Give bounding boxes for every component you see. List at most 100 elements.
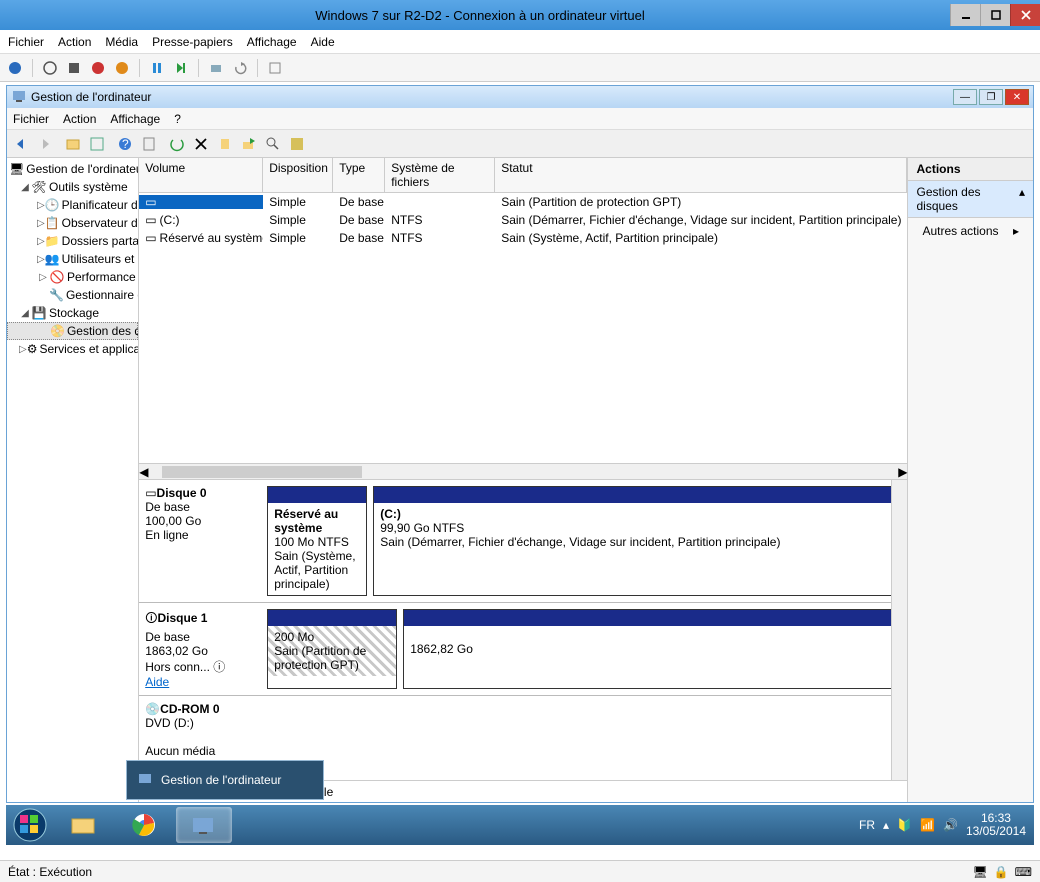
vm-titlebar: Windows 7 sur R2-D2 - Connexion à un ord… (0, 0, 1040, 30)
tray-volume-icon[interactable]: 🔊 (943, 818, 958, 832)
volume-row[interactable]: ▭ Simple De base Sain (Partition de prot… (139, 193, 907, 211)
help-link[interactable]: Aide (145, 675, 169, 689)
mmc-menu-fichier[interactable]: Fichier (13, 112, 49, 126)
export-icon[interactable] (239, 134, 259, 154)
volume-row[interactable]: ▭Réservé au système Simple De base NTFS … (139, 229, 907, 247)
vm-menu-fichier[interactable]: Fichier (8, 35, 44, 49)
col-fs[interactable]: Système de fichiers (385, 158, 495, 192)
volume-icon: ▭ (145, 231, 156, 245)
volume-scrollbar[interactable]: ◀▶ (139, 463, 907, 479)
chevron-right-icon: ▸ (1013, 224, 1019, 238)
vm-title: Windows 7 sur R2-D2 - Connexion à un ord… (10, 8, 950, 23)
vm-close-button[interactable] (1010, 4, 1040, 26)
back-icon[interactable] (11, 134, 31, 154)
tree-planif[interactable]: ▷🕒Planificateur de tâches (7, 196, 138, 214)
collapse-icon[interactable]: ▴ (1019, 185, 1025, 213)
mmc-menu-help[interactable]: ? (174, 112, 181, 126)
snapshot-icon[interactable] (207, 59, 225, 77)
volume-row[interactable]: ▭(C:) Simple De base NTFS Sain (Démarrer… (139, 211, 907, 229)
clock-icon: 🕒 (45, 197, 60, 213)
partition-gpt[interactable]: 200 Mo Sain (Partition de protection GPT… (267, 609, 397, 689)
mmc-menu-affichage[interactable]: Affichage (110, 112, 160, 126)
services-icon: ⚙ (27, 341, 38, 357)
mmc-window: Gestion de l'ordinateur — ❐ ✕ Fichier Ac… (6, 85, 1034, 803)
revert-icon[interactable] (231, 59, 249, 77)
vm-menu-media[interactable]: Média (105, 35, 138, 49)
disk-warning-icon: 🛈 (145, 611, 157, 625)
help-icon[interactable]: ? (115, 134, 135, 154)
tray-network-icon[interactable]: 📶 (920, 818, 935, 832)
col-type[interactable]: Type (333, 158, 385, 192)
tree-disques[interactable]: 📀Gestion des disques (7, 322, 138, 340)
tray-expand-icon[interactable]: ▴ (883, 818, 889, 832)
col-disposition[interactable]: Disposition (263, 158, 333, 192)
vm-menu-affichage[interactable]: Affichage (247, 35, 297, 49)
disk-row-1[interactable]: 🛈Disque 1 De base 1863,02 Go Hors conn..… (139, 603, 907, 696)
vm-minimize-button[interactable] (950, 4, 980, 26)
tree-services[interactable]: ▷⚙Services et applications (7, 340, 138, 358)
taskbar-preview[interactable]: Gestion de l'ordinateur (126, 760, 324, 800)
vm-menu-action[interactable]: Action (58, 35, 91, 49)
mmc-menu-action[interactable]: Action (63, 112, 96, 126)
col-statut[interactable]: Statut (495, 158, 907, 192)
find-icon[interactable] (263, 134, 283, 154)
turnoff-icon[interactable] (65, 59, 83, 77)
view-icon[interactable] (87, 134, 107, 154)
tree-root[interactable]: 🖥Gestion de l'ordinateur (local) (7, 160, 138, 178)
start-button[interactable] (6, 805, 54, 845)
disk-row-cd[interactable]: 💿CD-ROM 0 DVD (D:) Aucun média (139, 696, 907, 764)
disk-row-0[interactable]: ▭Disque 0 De base 100,00 Go En ligne Rés… (139, 480, 907, 603)
ctrl-alt-del-icon[interactable] (6, 59, 24, 77)
col-volume[interactable]: Volume (139, 158, 263, 192)
mmc-small-icon (137, 771, 153, 790)
preview-title: Gestion de l'ordinateur (161, 773, 281, 787)
properties-icon[interactable] (139, 134, 159, 154)
fullscreen-icon[interactable] (266, 59, 284, 77)
actions-section[interactable]: Gestion des disques▴ (908, 181, 1033, 218)
vm-menubar: Fichier Action Média Presse-papiers Affi… (0, 30, 1040, 54)
mmc-titlebar: Gestion de l'ordinateur — ❐ ✕ (7, 86, 1033, 108)
tree-outils[interactable]: ◢🛠Outils système (7, 178, 138, 196)
shutdown-icon[interactable] (89, 59, 107, 77)
status-lock-icon[interactable]: 🔒 (994, 865, 1009, 879)
vm-menu-aide[interactable]: Aide (311, 35, 335, 49)
actions-pane: Actions Gestion des disques▴ Autres acti… (908, 158, 1033, 802)
new-icon[interactable] (215, 134, 235, 154)
explorer-button[interactable] (56, 807, 112, 843)
tree-devmgr[interactable]: 🔧Gestionnaire de périphériques (7, 286, 138, 304)
clock[interactable]: 16:33 13/05/2014 (966, 812, 1026, 838)
lang-indicator[interactable]: FR (859, 818, 875, 832)
tree-dossiers[interactable]: ▷📁Dossiers partagés (7, 232, 138, 250)
forward-icon[interactable] (35, 134, 55, 154)
save-icon[interactable] (113, 59, 131, 77)
tree-obs[interactable]: ▷📋Observateur d'événements (7, 214, 138, 232)
mmc-close-button[interactable]: ✕ (1005, 89, 1029, 105)
tray-security-icon[interactable]: 🔰 (897, 818, 912, 832)
mmc-restore-button[interactable]: ❐ (979, 89, 1003, 105)
status-display-icon[interactable]: 🖥 (972, 865, 987, 879)
settings-icon[interactable] (287, 134, 307, 154)
chrome-button[interactable] (116, 807, 172, 843)
mmc-icon (11, 88, 27, 107)
actions-more[interactable]: Autres actions▸ (908, 218, 1033, 244)
partition-c[interactable]: (C:) 99,90 Go NTFS Sain (Démarrer, Fichi… (373, 486, 901, 596)
partition-reserved[interactable]: Réservé au système 100 Mo NTFS Sain (Sys… (267, 486, 367, 596)
delete-icon[interactable] (191, 134, 211, 154)
refresh-icon[interactable] (167, 134, 187, 154)
info-icon[interactable]: ⓘ (213, 660, 225, 674)
disk-scrollbar[interactable] (891, 480, 907, 780)
reset-icon[interactable] (172, 59, 190, 77)
pause-icon[interactable] (148, 59, 166, 77)
mmc-minimize-button[interactable]: — (953, 89, 977, 105)
mmc-task-button[interactable] (176, 807, 232, 843)
vm-maximize-button[interactable] (980, 4, 1010, 26)
partition-unalloc[interactable]: 1862,82 Go (403, 609, 901, 689)
tree-users[interactable]: ▷👥Utilisateurs et groupes locaux (7, 250, 138, 268)
tree-perf[interactable]: ▷🚫Performance (7, 268, 138, 286)
tree-stockage[interactable]: ◢💾Stockage (7, 304, 138, 322)
start-icon[interactable] (41, 59, 59, 77)
tree-pane: 🖥Gestion de l'ordinateur (local) ◢🛠Outil… (7, 158, 139, 802)
status-keyboard-icon[interactable]: ⌨ (1015, 865, 1032, 879)
vm-menu-presse[interactable]: Presse-papiers (152, 35, 233, 49)
up-icon[interactable] (63, 134, 83, 154)
